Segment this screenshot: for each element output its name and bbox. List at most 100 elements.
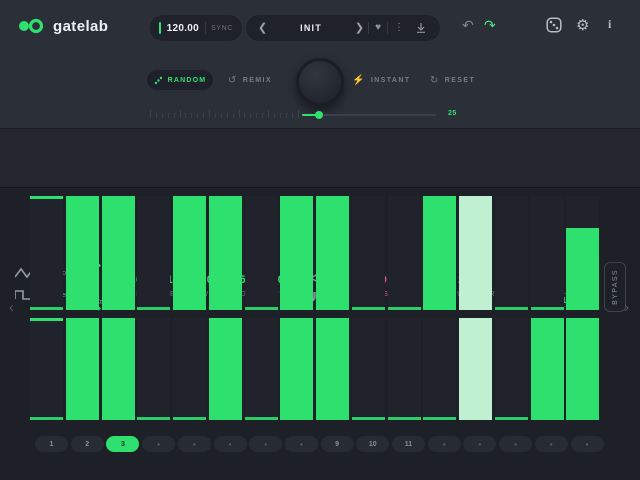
seq-step-lane-2-9[interactable] [316,318,349,420]
undo-icon[interactable]: ↶ [462,18,474,32]
bpm-module[interactable]: 120.00 SYNC [150,15,242,41]
next-preset-button[interactable]: ❯ [351,23,368,34]
pattern-slot-6[interactable]: • [214,436,247,452]
pattern-slot-11[interactable]: 11 [392,436,425,452]
main-knob[interactable] [296,58,344,106]
step-baseline-tick [495,307,528,310]
step-baseline-tick [316,307,349,310]
amount-slider[interactable] [302,114,436,116]
tick-mark [274,113,275,118]
bypass-button[interactable]: BYPASS [604,262,626,312]
gate-bar [66,318,99,420]
random-button[interactable]: RANDOM [147,70,213,90]
pattern-slot-15[interactable]: • [535,436,568,452]
seq-step-lane-2-13[interactable] [459,318,492,420]
pattern-slot-5[interactable]: • [178,436,211,452]
seq-step-lane-1-6[interactable] [209,196,242,310]
seq-step-lane-1-7[interactable] [245,196,278,310]
step-baseline-tick [531,417,564,420]
pattern-slot-2[interactable]: 2 [71,436,104,452]
pattern-slot-14[interactable]: • [499,436,532,452]
pattern-slot-8[interactable]: • [285,436,318,452]
seq-step-lane-2-14[interactable] [495,318,528,420]
seq-step-lane-2-15[interactable] [531,318,564,420]
seq-step-lane-1-13[interactable] [459,196,492,310]
seq-step-lane-2-12[interactable] [423,318,456,420]
seq-step-lane-2-7[interactable] [245,318,278,420]
seq-step-lane-2-16[interactable] [566,318,599,420]
seq-step-lane-2-2[interactable] [66,318,99,420]
step-baseline-tick [388,417,421,420]
gate-lane-1[interactable] [30,196,602,310]
seq-step-lane-2-4[interactable] [137,318,170,420]
sync-toggle[interactable]: SYNC [211,25,233,32]
instant-button[interactable]: ⚡ INSTANT [352,75,410,86]
pattern-slot-7[interactable]: • [249,436,282,452]
seq-step-lane-1-8[interactable] [280,196,313,310]
seq-step-lane-1-1[interactable] [30,196,63,310]
page-left-icon[interactable]: ‹ [9,300,14,315]
bpm-value[interactable]: 120.00 [167,23,199,34]
step-baseline-tick [316,417,349,420]
pattern-slot-3[interactable]: 3 [106,436,139,452]
step-baseline-tick [388,307,421,310]
tick-mark [227,113,228,118]
gate-lane-2[interactable] [30,318,602,420]
save-download-icon[interactable] [410,23,432,33]
seq-step-lane-2-5[interactable] [173,318,206,420]
tick-mark [244,113,245,118]
pattern-slot-4[interactable]: • [142,436,175,452]
pattern-slot-12[interactable]: • [428,436,461,452]
reset-button[interactable]: ↻ RESET [430,75,475,86]
gate-bar [173,196,206,310]
pattern-slot-10[interactable]: 10 [356,436,389,452]
seq-step-lane-1-9[interactable] [316,196,349,310]
preset-menu-icon[interactable]: ⋮ [388,23,410,33]
seq-step-lane-2-8[interactable] [280,318,313,420]
pattern-slot-13[interactable]: • [463,436,496,452]
seq-step-lane-2-6[interactable] [209,318,242,420]
gate-bar [566,318,599,420]
gate-bar [66,196,99,310]
tick-mark [256,113,257,118]
seq-step-lane-1-10[interactable] [352,196,385,310]
step-baseline-tick [209,417,242,420]
pattern-slot-9[interactable]: 9 [321,436,354,452]
seq-step-lane-2-1[interactable] [30,318,63,420]
seq-step-lane-1-11[interactable] [388,196,421,310]
page-right-icon[interactable]: › [624,300,629,315]
info-icon[interactable]: i [608,18,611,30]
seq-step-lane-1-16[interactable] [566,196,599,310]
remix-button[interactable]: ↺ REMIX [228,75,272,86]
gate-bar [423,196,456,310]
gate-bar [102,196,135,310]
prev-preset-button[interactable]: ❮ [254,23,271,34]
pattern-slot-1[interactable]: 1 [35,436,68,452]
step-baseline-tick [66,417,99,420]
seq-step-lane-1-14[interactable] [495,196,528,310]
pattern-slot-16[interactable]: • [571,436,604,452]
seq-step-lane-2-3[interactable] [102,318,135,420]
seq-step-lane-1-3[interactable] [102,196,135,310]
slider-handle[interactable] [315,111,323,119]
metronome-icon [159,22,161,34]
tick-mark [185,113,186,118]
seq-step-lane-1-2[interactable] [66,196,99,310]
settings-gear-icon[interactable]: ⚙ [576,18,589,33]
seq-step-lane-1-12[interactable] [423,196,456,310]
reset-loop-icon: ↻ [430,75,440,86]
dice-icon[interactable] [546,17,562,33]
step-baseline-tick [566,417,599,420]
favorite-icon[interactable]: ♥ [369,23,387,33]
seq-step-lane-1-4[interactable] [137,196,170,310]
seq-step-lane-2-10[interactable] [352,318,385,420]
tick-mark [174,113,175,118]
seq-step-lane-2-11[interactable] [388,318,421,420]
remix-label: REMIX [243,77,272,84]
seq-step-lane-1-5[interactable] [173,196,206,310]
preset-name[interactable]: INIT [271,23,351,33]
tick-mark [168,113,169,118]
redo-icon[interactable]: ↷ [484,18,496,32]
gate-bar [209,318,242,420]
seq-step-lane-1-15[interactable] [531,196,564,310]
